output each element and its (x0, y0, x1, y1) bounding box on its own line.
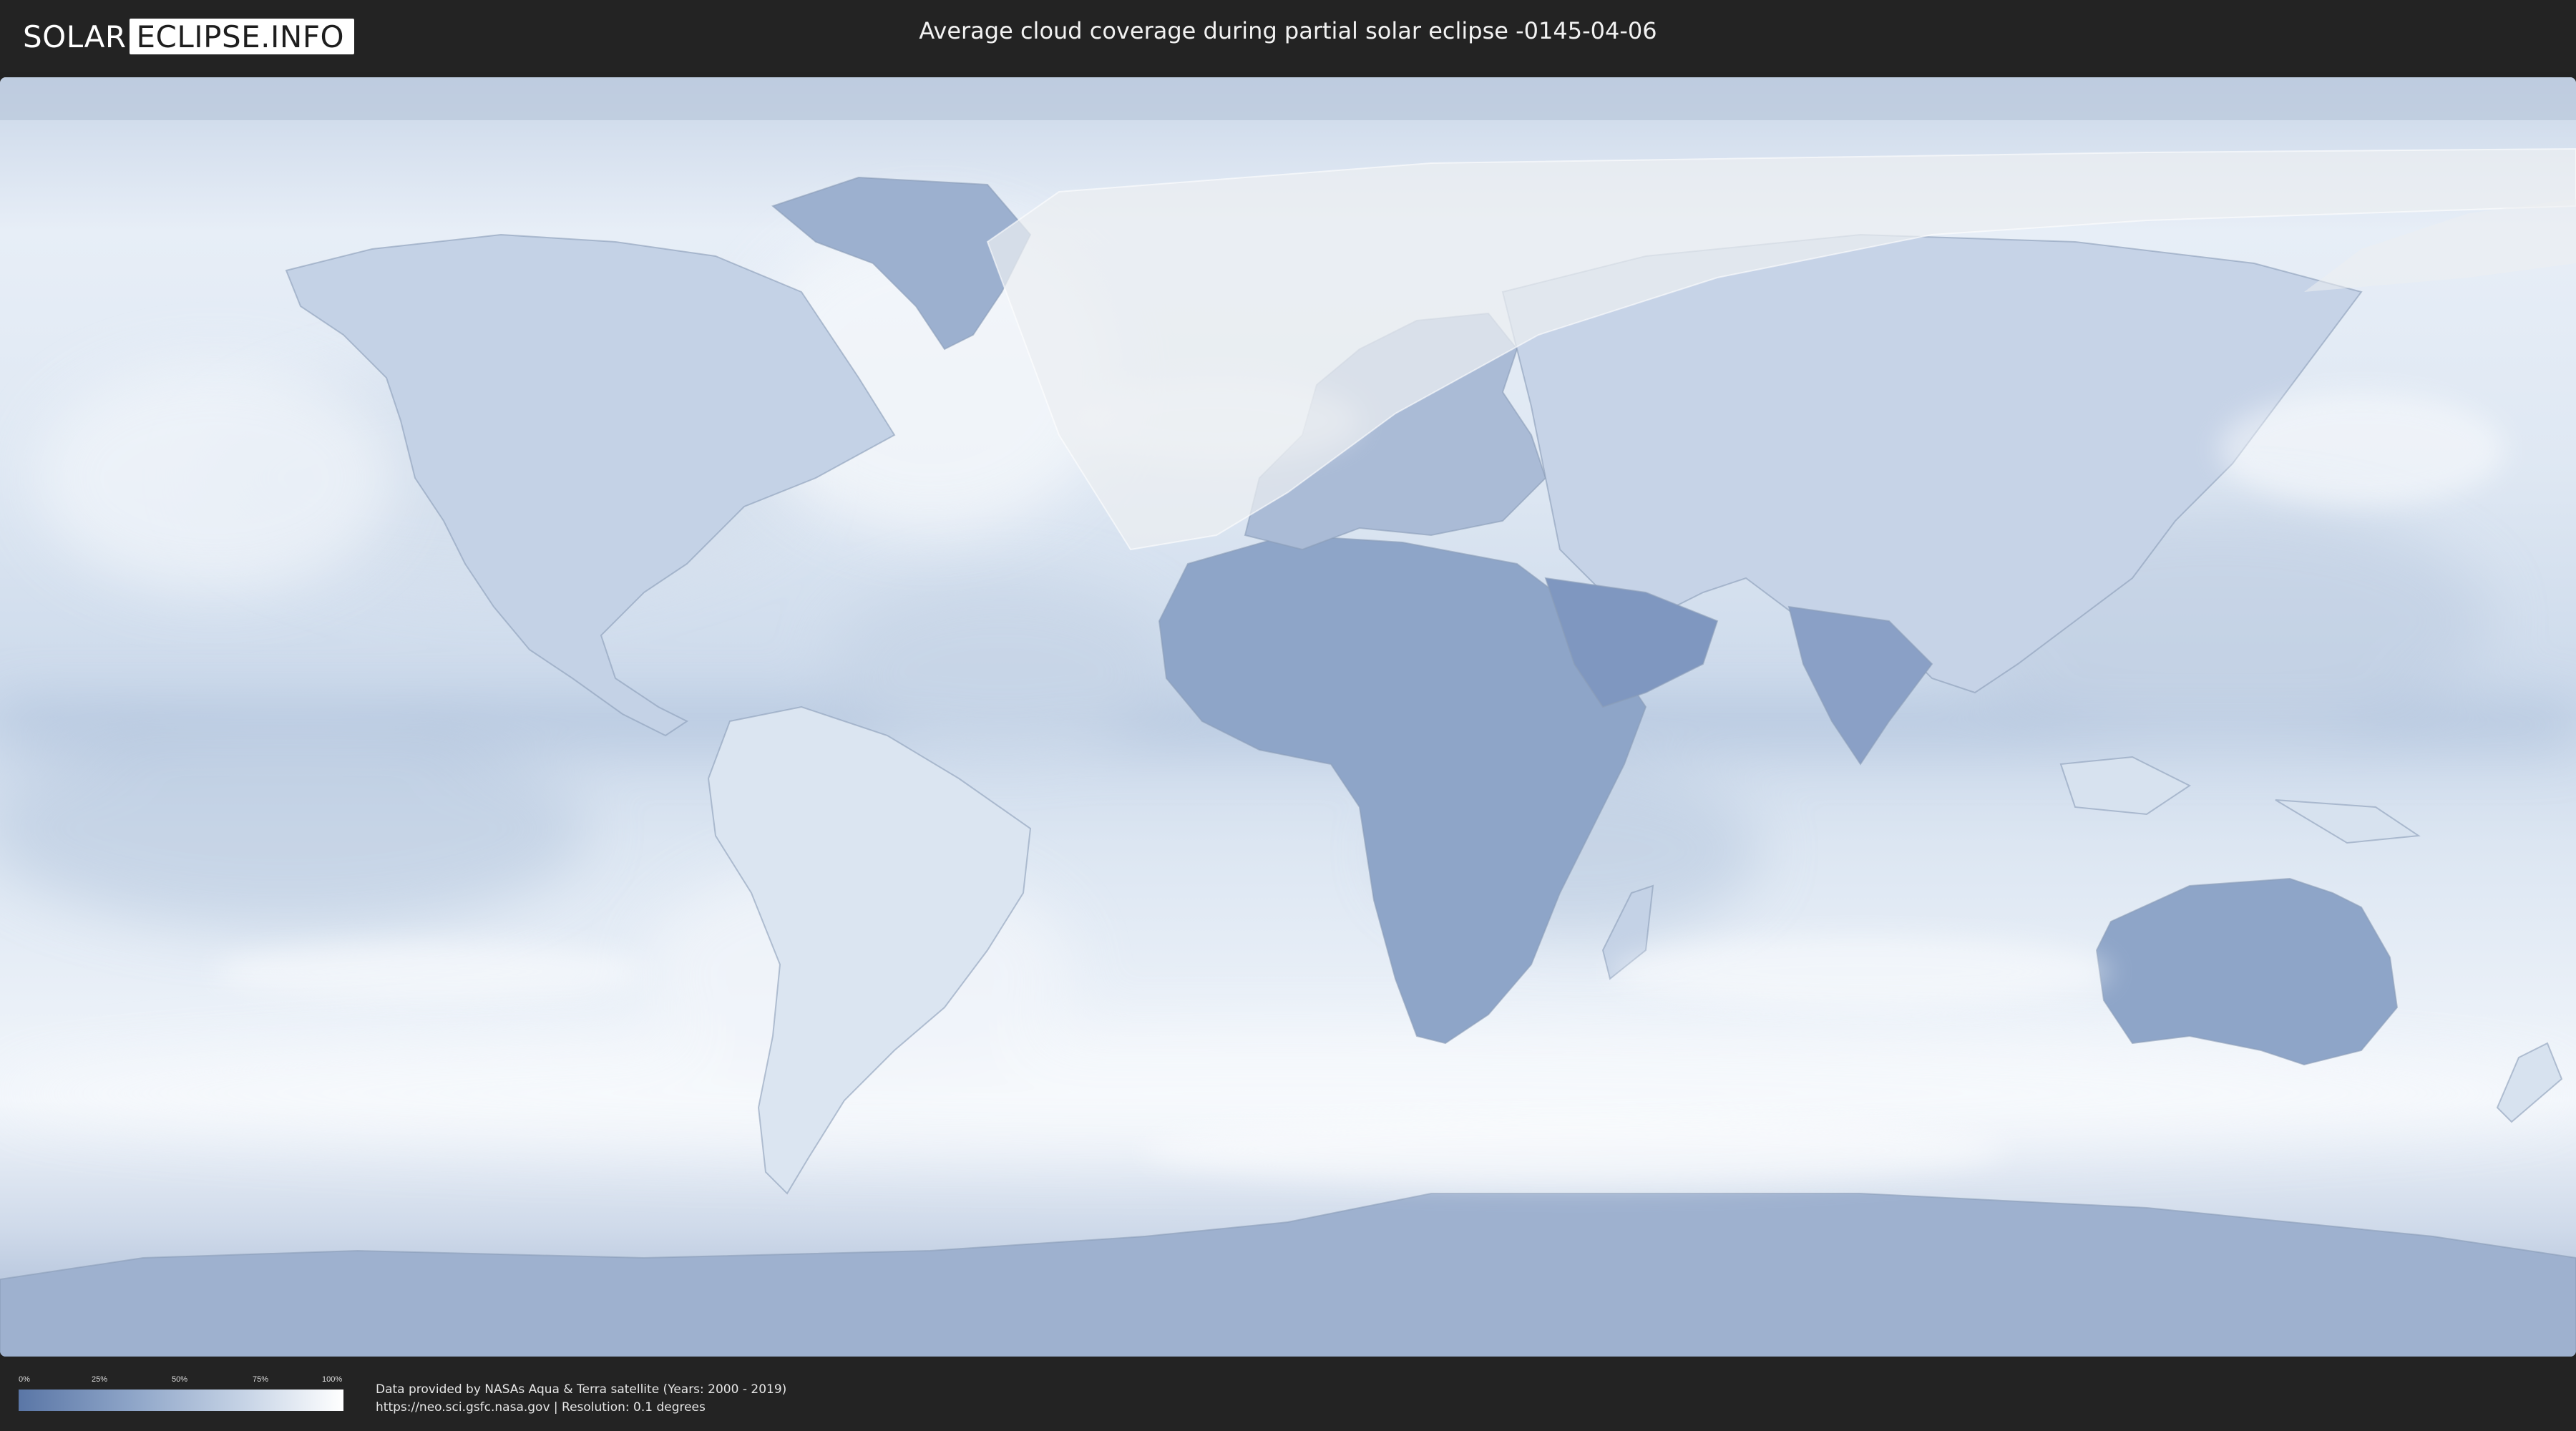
world-map-svg (0, 77, 2576, 1357)
cloud-coverage-legend: 0% 25% 50% 75% 100% (19, 1375, 343, 1415)
header-bar: SOLAR ECLIPSE.INFO Average cloud coverag… (0, 0, 2576, 72)
legend-tick-50: 50% (172, 1375, 188, 1384)
legend-tick-100: 100% (322, 1375, 343, 1384)
legend-tick-75: 75% (253, 1375, 269, 1384)
credit-source: Data provided by NASAs Aqua & Terra sate… (376, 1382, 787, 1397)
north-polar-rim (0, 77, 2576, 120)
legend-tick-25: 25% (92, 1375, 108, 1384)
page-title: Average cloud coverage during partial so… (919, 17, 1657, 44)
legend-tick-0: 0% (19, 1375, 30, 1384)
credit-url-resolution[interactable]: https://neo.sci.gsfc.nasa.gov | Resoluti… (376, 1399, 786, 1417)
legend-ticks: 0% 25% 50% 75% 100% (19, 1375, 343, 1387)
footer-bar: 0% 25% 50% 75% 100% Data provided by NAS… (0, 1359, 2576, 1431)
legend-color-bar (19, 1390, 343, 1411)
data-credits: Data provided by NASAs Aqua & Terra sate… (376, 1381, 786, 1417)
cloud-coverage-map (0, 77, 2576, 1357)
